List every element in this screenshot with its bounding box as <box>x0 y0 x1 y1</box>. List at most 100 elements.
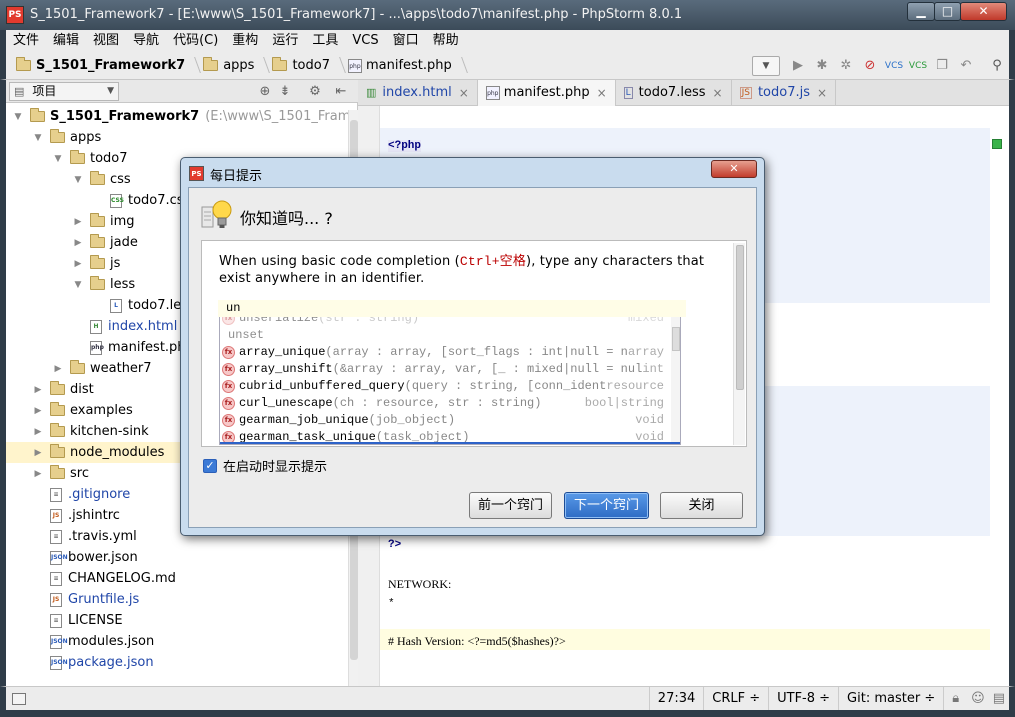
menu-run[interactable]: 运行 <box>265 30 305 52</box>
show-on-startup-label: 在启动时显示提示 <box>223 460 328 475</box>
menu-view[interactable]: 视图 <box>86 30 126 52</box>
coverage-icon[interactable]: ✲ <box>835 55 857 77</box>
expanded-arrow-icon[interactable]: ▼ <box>32 133 44 143</box>
locate-icon[interactable]: ⊕ <box>256 83 274 100</box>
revert-icon[interactable]: ↶ <box>955 55 977 77</box>
menu-code[interactable]: 代码(C) <box>166 30 225 52</box>
tab-todo7-js[interactable]: JS todo7.js × <box>732 79 837 106</box>
scrollbar-thumb[interactable] <box>736 245 744 390</box>
run-config-dropdown[interactable]: ▼ <box>752 55 780 76</box>
collapse-all-icon[interactable]: ⇟ <box>276 83 294 100</box>
folder-icon <box>50 444 65 458</box>
inspector-icon[interactable]: ☺ <box>967 687 989 710</box>
collapsed-arrow-icon[interactable]: ▶ <box>72 259 84 269</box>
vcs-update-icon[interactable]: VCS <box>883 55 905 77</box>
previous-tip-button[interactable]: 前一个窍门 <box>469 492 552 519</box>
run-icon[interactable]: ▶ <box>787 55 809 77</box>
tree-item-label: less <box>110 277 136 292</box>
hide-panel-icon[interactable]: ⇤ <box>332 83 350 100</box>
tree-item-package-json[interactable]: JSON package.json <box>6 652 346 673</box>
collapsed-arrow-icon[interactable]: ▶ <box>32 448 44 458</box>
menu-navigate[interactable]: 导航 <box>126 30 166 52</box>
tab-index-html[interactable]: ▥ index.html × <box>358 79 478 106</box>
expanded-arrow-icon[interactable]: ▼ <box>12 112 24 122</box>
stop-listening-icon[interactable]: ⊘ <box>859 55 881 77</box>
toggle-tool-windows-icon[interactable] <box>12 692 26 705</box>
tree-item-gruntfile-js[interactable]: JS Gruntfile.js <box>6 589 346 610</box>
lock-icon[interactable]: 🔒︎ <box>943 687 967 710</box>
js-file-icon: JS <box>50 508 62 523</box>
php-file-icon: php <box>347 58 362 73</box>
compare-icon[interactable]: ❐ <box>931 55 953 77</box>
encoding-selector[interactable]: UTF-8 ÷ <box>768 687 838 710</box>
html-file-icon: H <box>90 319 102 334</box>
collapsed-arrow-icon[interactable]: ▶ <box>32 427 44 437</box>
collapsed-arrow-icon[interactable]: ▶ <box>32 469 44 479</box>
tree-item-license[interactable]: ≡ LICENSE <box>6 610 346 631</box>
menu-file[interactable]: 文件 <box>6 30 46 52</box>
tree-item-bower-json[interactable]: JSON bower.json <box>6 547 346 568</box>
tree-item-label: node_modules <box>70 445 165 460</box>
window-frame-right <box>1009 80 1015 686</box>
event-log-icon[interactable]: ▤ <box>989 687 1009 710</box>
debug-icon[interactable]: ✱ <box>811 55 833 77</box>
close-tab-icon[interactable]: × <box>459 86 469 100</box>
menu-tools[interactable]: 工具 <box>305 30 345 52</box>
search-icon[interactable]: ⚲ <box>986 55 1008 77</box>
collapsed-arrow-icon[interactable]: ▶ <box>32 385 44 395</box>
folder-icon <box>90 255 105 269</box>
show-on-startup-checkbox[interactable]: ✓ 在启动时显示提示 <box>203 456 327 475</box>
function-icon: fx <box>222 317 235 325</box>
no-errors-indicator[interactable] <box>992 139 1002 149</box>
tab-label: todo7.js <box>757 85 810 100</box>
collapsed-arrow-icon[interactable]: ▶ <box>72 217 84 227</box>
tree-item-changelog-md[interactable]: ≡ CHANGELOG.md <box>6 568 346 589</box>
close-tab-icon[interactable]: × <box>597 86 607 100</box>
menu-vcs[interactable]: VCS <box>345 30 385 52</box>
breadcrumb-project[interactable]: S_1501_Framework7 <box>6 52 189 80</box>
tab-todo7-less[interactable]: Ltodo7.less × <box>616 79 732 106</box>
breadcrumb-apps-label: apps <box>223 58 255 73</box>
expanded-arrow-icon[interactable]: ▼ <box>72 280 84 290</box>
minimize-button[interactable]: ▁ <box>907 2 935 21</box>
close-tab-icon[interactable]: × <box>817 86 827 100</box>
close-button[interactable]: 关闭 <box>660 492 743 519</box>
tab-manifest-php[interactable]: php manifest.php × <box>477 79 616 106</box>
menu-help[interactable]: 帮助 <box>426 30 466 52</box>
collapsed-arrow-icon[interactable]: ▶ <box>72 238 84 248</box>
breadcrumb-file[interactable]: php manifest.php <box>344 52 456 80</box>
line-ending-selector[interactable]: CRLF ÷ <box>703 687 768 710</box>
tip-scrollbar[interactable] <box>733 243 745 445</box>
menu-edit[interactable]: 编辑 <box>46 30 86 52</box>
expanded-arrow-icon[interactable]: ▼ <box>72 175 84 185</box>
tree-item-s-1501-framework7[interactable]: ▼ S_1501_Framework7 (E:\www\S_1501_Framewo… <box>6 106 403 127</box>
menu-refactor[interactable]: 重构 <box>225 30 265 52</box>
git-branch-selector[interactable]: Git: master ÷ <box>838 687 943 710</box>
project-view-dropdown[interactable]: ▤ 项目 ▼ <box>9 82 119 101</box>
caret-position[interactable]: 27:34 <box>648 687 703 710</box>
collapsed-arrow-icon[interactable]: ▶ <box>32 406 44 416</box>
close-tab-icon[interactable]: × <box>713 86 723 100</box>
maximize-button[interactable]: □ <box>934 2 961 21</box>
vcs-commit-icon[interactable]: VCS <box>907 55 929 77</box>
tree-item-label: examples <box>70 403 133 418</box>
gear-icon[interactable]: ⚙ <box>306 83 324 100</box>
collapsed-arrow-icon[interactable]: ▶ <box>52 364 64 374</box>
tree-item-label: css <box>110 172 131 187</box>
completion-function-name: unserialize <box>239 317 319 325</box>
dialog-close-button[interactable]: ✕ <box>711 160 757 178</box>
menu-window[interactable]: 窗口 <box>386 30 426 52</box>
function-icon: fx <box>222 397 235 410</box>
breadcrumb-apps[interactable]: apps <box>199 52 258 80</box>
tree-item-label: todo7 <box>90 151 128 166</box>
close-window-button[interactable]: ✕ <box>960 2 1007 21</box>
checkbox-checked-icon[interactable]: ✓ <box>203 458 217 473</box>
next-tip-button[interactable]: 下一个窍门 <box>564 492 649 519</box>
completion-return-type: resource <box>606 379 664 393</box>
tree-item-modules-json[interactable]: JSON modules.json <box>6 631 346 652</box>
breadcrumb-todo7[interactable]: todo7 <box>268 52 334 80</box>
project-panel-header: ▤ 项目 ▼ ⊕ ⇟ ⚙ ⇤ <box>6 80 358 103</box>
css-file-icon: CSS <box>110 193 124 208</box>
expanded-arrow-icon[interactable]: ▼ <box>52 154 64 164</box>
tree-item-apps[interactable]: ▼ apps <box>6 127 346 148</box>
